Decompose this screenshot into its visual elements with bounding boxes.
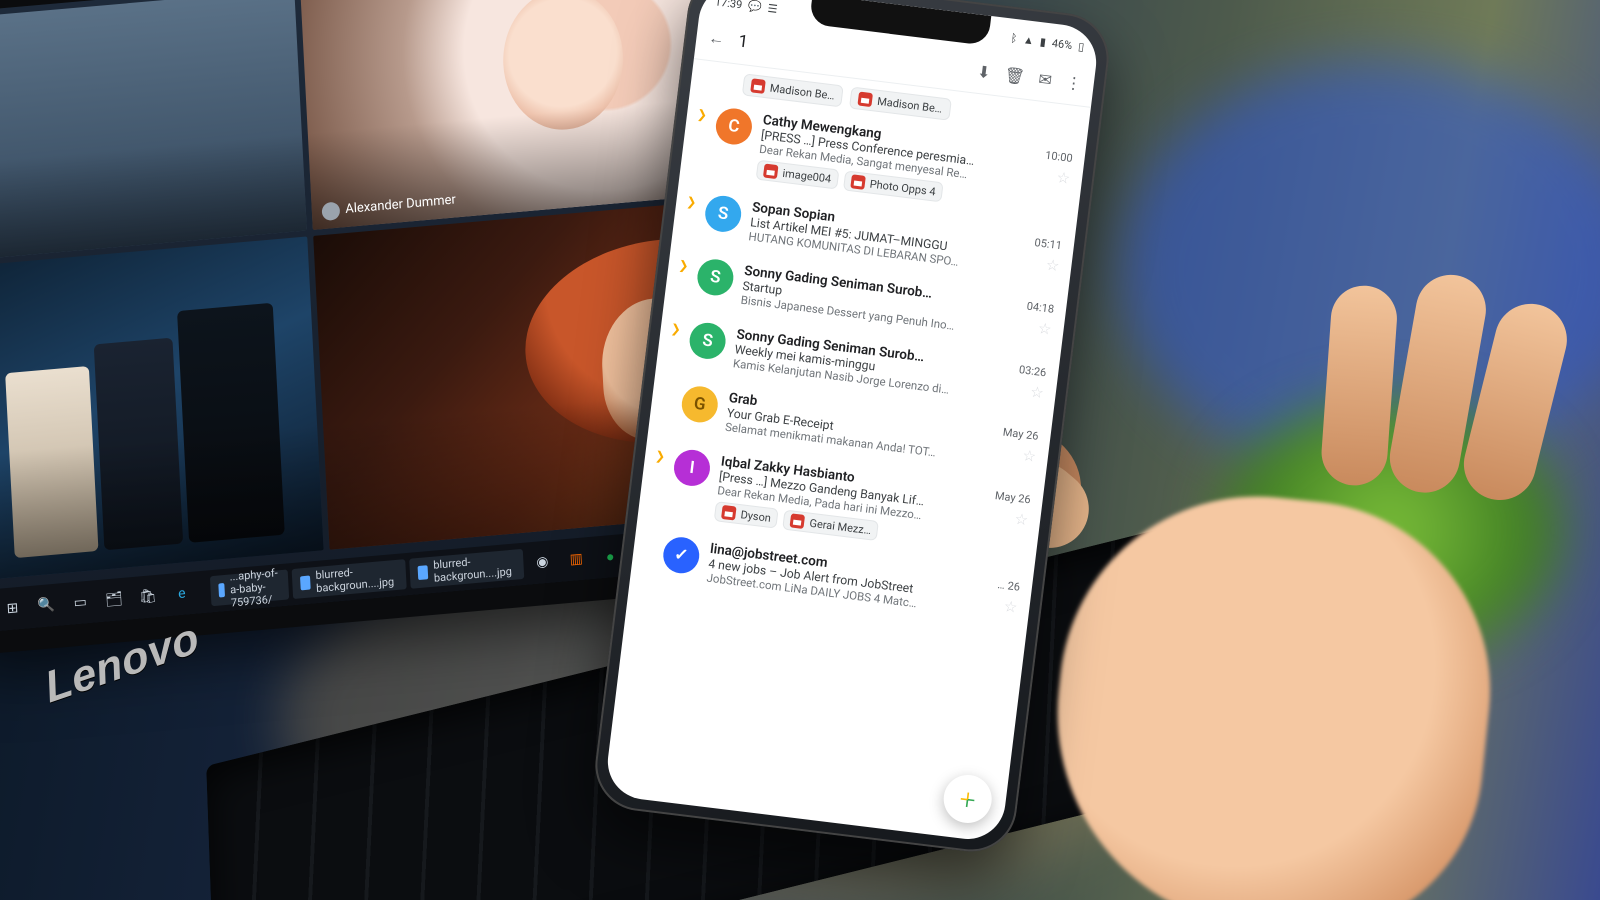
store-icon[interactable]: 🛍 [132,580,163,613]
app-icon[interactable]: ▥ [561,543,592,576]
author-avatar [321,201,340,221]
bluetooth-icon: ᛒ [1010,31,1018,45]
file-icon [218,583,224,597]
file-explorer-icon[interactable]: 🗂 [98,583,129,616]
importance-marker-icon: ❯ [648,448,666,514]
importance-marker-icon [659,385,674,427]
archive-icon[interactable]: ⬇︎ [976,61,992,81]
author-name: Alexander Dummer [345,193,456,218]
importance-marker-icon: ❯ [675,258,690,300]
importance-marker-icon: ❯ [682,194,697,236]
notification-icon: ☰ [767,1,778,15]
notification-icon: 💬 [747,0,762,13]
battery-icon: ▯ [1077,39,1085,53]
file-icon [721,505,737,521]
edge-icon[interactable]: e [166,577,197,610]
delete-icon[interactable]: 🗑 [1003,65,1025,86]
file-icon [790,513,806,529]
importance-marker-icon: ❯ [667,321,682,363]
chip-label: Madison Be… [769,81,835,102]
sender-avatar[interactable]: G [680,384,720,424]
file-icon [763,164,779,180]
signal-icon: ▮ [1039,35,1047,49]
file-icon [850,174,866,190]
photo-author[interactable]: Alexander Dummer [321,191,456,221]
wifi-icon: ▲ [1022,33,1034,47]
search-icon[interactable]: 🔍 [31,589,62,622]
star-icon[interactable]: ☆ [1045,256,1061,276]
file-icon [417,565,428,580]
phone-screen: 17:39 💬 ☰ ᛒ ▲ ▮ 46% ▯ ← 1 ⬇︎ 🗑 [604,0,1101,843]
inbox-list[interactable]: ❯CCathy Mewengkang10:00[PRESS …] Press C… [604,93,1087,843]
star-icon[interactable]: ☆ [1021,446,1037,466]
chip-label: Madison Be… [877,94,943,115]
status-time: 17:39 [714,0,743,11]
cafe-graphic [1,270,296,558]
importance-marker-icon [640,536,655,578]
chrome-icon[interactable]: ◉ [527,546,558,579]
star-icon[interactable]: ☆ [1056,168,1072,188]
taskbar-tab[interactable]: blurred-backgroun....jpg [409,549,524,589]
taskbar-tab[interactable]: ...aphy-of-a-baby-759736/ [210,569,289,606]
sender-avatar[interactable]: S [688,321,728,361]
tab-label: blurred-backgroun....jpg [433,552,516,585]
slides-icon [858,92,874,108]
gallery-tile[interactable] [0,0,306,259]
email-time: … 26 [997,578,1021,594]
file-icon [300,576,311,591]
importance-marker-icon: ❯ [690,107,708,173]
star-icon[interactable]: ☆ [1003,597,1019,617]
overflow-menu-icon[interactable]: ⋮ [1065,72,1083,93]
sender-avatar[interactable]: ✓ [661,535,701,575]
battery-percent: 46% [1051,36,1073,51]
sender-avatar[interactable]: I [672,448,712,488]
tab-label: ...aphy-of-a-baby-759736/ [229,566,281,609]
task-view-icon[interactable]: ▭ [64,586,95,619]
baby-face-graphic [499,0,626,135]
sender-avatar[interactable]: C [714,106,754,146]
photo-scene: Alexander Dummer + ♡ [0,0,1600,900]
sender-avatar[interactable]: S [695,257,735,297]
tab-label: blurred-backgroun....jpg [315,562,398,595]
star-icon[interactable]: ☆ [1029,383,1045,403]
gmail-app: ← 1 ⬇︎ 🗑 ✉ ⋮ Madison Be… Madison Be… ❯CC… [604,14,1097,843]
gallery-tile-cafe[interactable] [0,236,323,579]
back-icon[interactable]: ← [707,28,725,50]
taskbar-tab[interactable]: blurred-backgroun....jpg [291,559,406,599]
attachment-chip[interactable]: Dyson [714,501,779,529]
start-button[interactable]: ⊞ [0,592,28,625]
mark-unread-icon[interactable]: ✉ [1038,69,1054,89]
compose-plus-icon: + [958,782,978,817]
slides-icon [750,78,766,94]
star-icon[interactable]: ☆ [1037,319,1053,339]
star-icon[interactable]: ☆ [1014,510,1030,530]
sender-avatar[interactable]: S [703,194,743,234]
